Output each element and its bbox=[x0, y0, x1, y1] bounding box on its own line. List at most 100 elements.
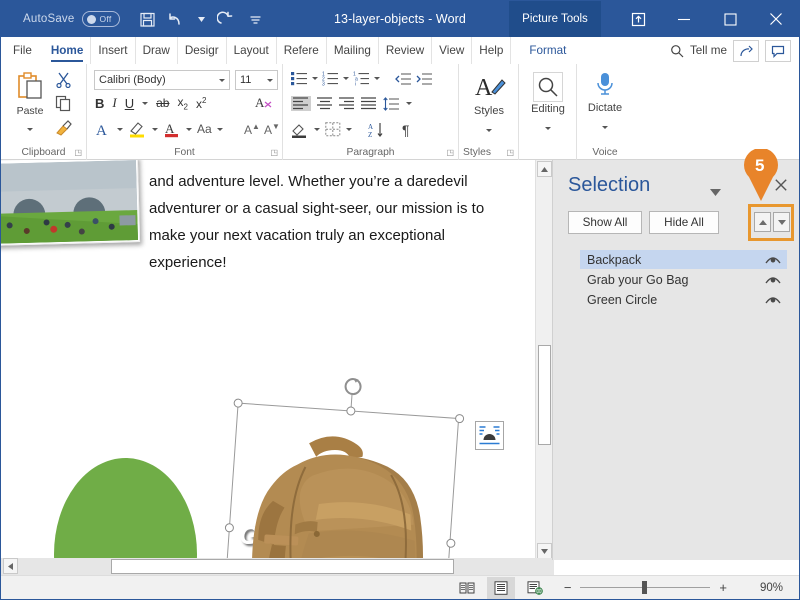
line-spacing-caret[interactable] bbox=[406, 102, 412, 105]
highlight-caret[interactable] bbox=[152, 127, 158, 131]
paste-button[interactable]: Paste bbox=[9, 70, 51, 136]
move-up-icon[interactable] bbox=[754, 212, 771, 232]
undo-icon[interactable] bbox=[163, 6, 189, 32]
tab-references[interactable]: Refere bbox=[277, 37, 327, 64]
superscript-button[interactable]: x2 bbox=[196, 96, 206, 111]
numbering-icon[interactable]: 123 bbox=[322, 71, 339, 86]
save-icon[interactable] bbox=[134, 6, 160, 32]
tab-design[interactable]: Desigr bbox=[178, 37, 227, 64]
editing-dropdown-caret[interactable] bbox=[545, 127, 551, 130]
zoom-out-button[interactable]: − bbox=[564, 580, 572, 595]
tab-format[interactable]: Format bbox=[511, 37, 573, 64]
paste-dropdown-caret[interactable] bbox=[27, 128, 33, 131]
chevron-down-icon[interactable] bbox=[710, 183, 721, 201]
zoom-slider-thumb[interactable] bbox=[642, 581, 648, 594]
redo-icon[interactable] bbox=[213, 6, 239, 32]
clear-formatting-icon[interactable]: A bbox=[255, 94, 273, 111]
underline-caret[interactable] bbox=[142, 101, 149, 105]
font-size-caret[interactable] bbox=[267, 78, 273, 82]
web-layout-icon[interactable] bbox=[521, 577, 549, 599]
shading-icon[interactable] bbox=[291, 121, 309, 138]
tab-home[interactable]: Home bbox=[44, 37, 92, 64]
editing-button[interactable]: Editing bbox=[519, 72, 577, 135]
bullets-icon[interactable] bbox=[291, 71, 308, 86]
layout-options-icon[interactable] bbox=[475, 421, 504, 450]
font-dialog-launcher-icon[interactable]: ◳ bbox=[270, 148, 278, 157]
vertical-scroll-thumb[interactable] bbox=[538, 345, 551, 445]
styles-dropdown-caret[interactable] bbox=[486, 129, 492, 132]
show-formatting-marks-icon[interactable]: ¶ bbox=[402, 122, 410, 138]
text-effects-icon[interactable]: A bbox=[95, 121, 112, 138]
bold-button[interactable]: B bbox=[95, 96, 104, 111]
contextual-tab-picture-tools[interactable]: Picture Tools bbox=[509, 1, 601, 37]
share-icon[interactable] bbox=[733, 40, 759, 62]
backpack-image[interactable] bbox=[231, 410, 461, 560]
tab-review[interactable]: Review bbox=[379, 37, 433, 64]
document-canvas[interactable]: and adventure level. Whether you’re a da… bbox=[1, 160, 554, 560]
change-case-button[interactable]: Aa bbox=[197, 122, 212, 136]
ribbon-display-options-icon[interactable] bbox=[615, 1, 661, 37]
align-center-icon[interactable] bbox=[317, 97, 333, 110]
read-mode-icon[interactable] bbox=[453, 577, 481, 599]
zoom-slider[interactable] bbox=[580, 581, 711, 594]
italic-button[interactable]: I bbox=[112, 95, 116, 111]
print-layout-icon[interactable] bbox=[487, 576, 515, 599]
increase-indent-icon[interactable] bbox=[416, 72, 433, 86]
tab-layout[interactable]: Layout bbox=[227, 37, 277, 64]
selection-item-grab-your-go-bag[interactable]: Grab your Go Bag bbox=[580, 270, 787, 289]
text-highlight-color-icon[interactable] bbox=[128, 120, 147, 138]
font-name-caret[interactable] bbox=[219, 78, 225, 82]
document-paragraph[interactable]: and adventure level. Whether you’re a da… bbox=[149, 168, 519, 276]
underline-button[interactable]: U bbox=[125, 96, 134, 111]
autosave-toggle[interactable]: Off bbox=[82, 11, 121, 27]
multilevel-list-icon[interactable]: 1ai bbox=[353, 71, 370, 86]
shrink-font-button[interactable]: A▼ bbox=[264, 122, 280, 137]
horizontal-scroll-thumb[interactable] bbox=[111, 559, 454, 574]
align-right-icon[interactable] bbox=[339, 97, 355, 110]
numbering-caret[interactable] bbox=[343, 77, 349, 80]
font-color-caret[interactable] bbox=[186, 127, 192, 131]
tab-draw[interactable]: Draw bbox=[136, 37, 178, 64]
line-spacing-icon[interactable] bbox=[383, 96, 400, 111]
minimize-icon[interactable] bbox=[661, 1, 707, 37]
park-bridge-photo[interactable] bbox=[1, 160, 141, 246]
autosave-control[interactable]: AutoSave Off bbox=[23, 11, 121, 27]
clipboard-dialog-launcher-icon[interactable]: ◳ bbox=[74, 148, 82, 157]
shading-caret[interactable] bbox=[314, 128, 320, 131]
tell-me-search[interactable]: Tell me bbox=[670, 37, 727, 64]
change-case-caret[interactable] bbox=[216, 127, 223, 131]
zoom-level-label[interactable]: 90% bbox=[760, 582, 783, 594]
close-icon[interactable] bbox=[753, 1, 799, 37]
show-all-button[interactable]: Show All bbox=[568, 211, 642, 234]
document-vertical-scrollbar[interactable] bbox=[535, 160, 552, 560]
rotate-handle-icon[interactable] bbox=[342, 376, 364, 402]
sort-icon[interactable]: AZ bbox=[368, 122, 386, 138]
eye-icon[interactable] bbox=[765, 274, 781, 288]
borders-caret[interactable] bbox=[346, 128, 352, 131]
dictate-dropdown-caret[interactable] bbox=[602, 126, 608, 129]
comments-icon[interactable] bbox=[765, 40, 791, 62]
paragraph-dialog-launcher-icon[interactable]: ◳ bbox=[446, 148, 454, 157]
copy-icon[interactable] bbox=[55, 95, 72, 112]
justify-icon[interactable] bbox=[361, 97, 377, 110]
styles-dialog-launcher-icon[interactable]: ◳ bbox=[506, 148, 514, 157]
multilevel-caret[interactable] bbox=[374, 77, 380, 80]
customize-quick-access-icon[interactable] bbox=[242, 6, 268, 32]
scroll-up-button[interactable] bbox=[537, 161, 552, 177]
eye-icon[interactable] bbox=[765, 294, 781, 308]
selection-item-backpack[interactable]: Backpack bbox=[580, 250, 787, 269]
tab-view[interactable]: View bbox=[432, 37, 473, 64]
cut-icon[interactable] bbox=[55, 71, 72, 88]
grow-font-button[interactable]: A▲ bbox=[244, 122, 260, 137]
dictate-button[interactable]: Dictate bbox=[577, 72, 633, 134]
tab-insert[interactable]: Insert bbox=[91, 37, 136, 64]
decrease-indent-icon[interactable] bbox=[395, 72, 412, 86]
eye-icon[interactable] bbox=[765, 254, 781, 268]
format-painter-icon[interactable] bbox=[55, 119, 72, 136]
maximize-icon[interactable] bbox=[707, 1, 753, 37]
tab-mailings[interactable]: Mailing bbox=[327, 37, 379, 64]
scroll-down-button[interactable] bbox=[537, 543, 552, 559]
move-down-icon[interactable] bbox=[773, 212, 790, 232]
font-size-combobox[interactable]: 11 bbox=[235, 70, 278, 90]
font-name-combobox[interactable]: Calibri (Body) bbox=[94, 70, 230, 90]
